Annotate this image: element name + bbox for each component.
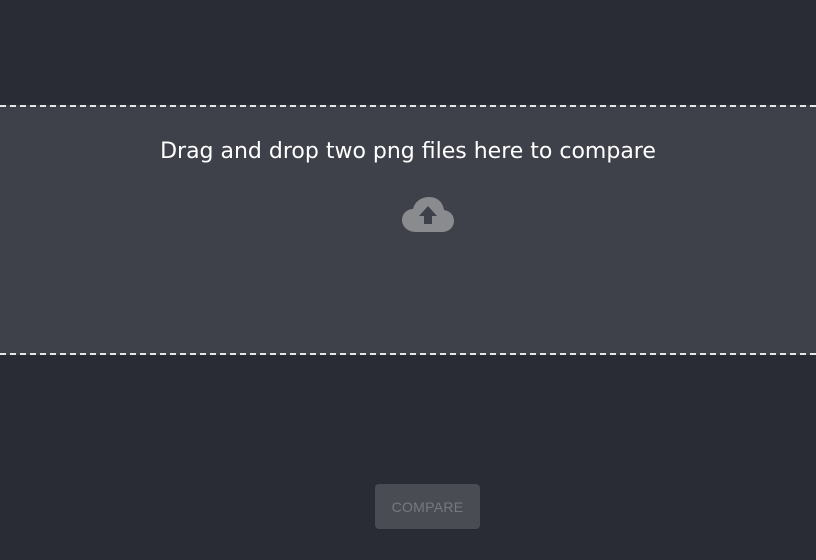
- compare-button[interactable]: COMPARE: [375, 484, 480, 529]
- dropzone-instruction: Drag and drop two png files here to comp…: [160, 139, 656, 164]
- file-dropzone[interactable]: Drag and drop two png files here to comp…: [0, 105, 816, 355]
- cloud-upload-icon: [402, 197, 454, 232]
